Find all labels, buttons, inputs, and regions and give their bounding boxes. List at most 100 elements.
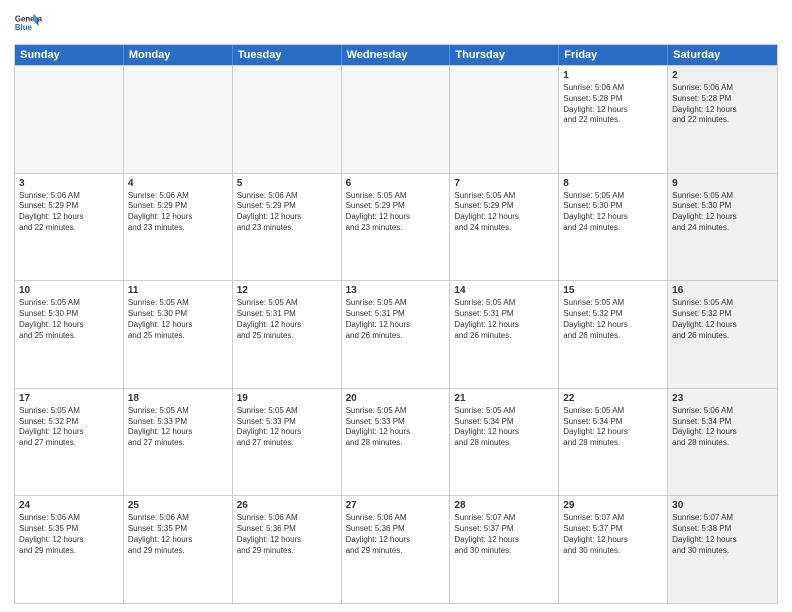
cal-cell-23: 23Sunrise: 5:06 AMSunset: 5:34 PMDayligh… — [668, 389, 777, 496]
calendar: SundayMondayTuesdayWednesdayThursdayFrid… — [14, 44, 778, 604]
day-info: Sunrise: 5:05 AMSunset: 5:33 PMDaylight:… — [128, 406, 228, 449]
weekday-header-tuesday: Tuesday — [233, 45, 342, 65]
day-info: Sunrise: 5:05 AMSunset: 5:31 PMDaylight:… — [237, 298, 337, 341]
cal-cell-24: 24Sunrise: 5:06 AMSunset: 5:35 PMDayligh… — [15, 496, 124, 603]
day-number: 11 — [128, 284, 228, 297]
day-number: 19 — [237, 392, 337, 405]
day-number: 14 — [454, 284, 554, 297]
cal-cell-21: 21Sunrise: 5:05 AMSunset: 5:34 PMDayligh… — [450, 389, 559, 496]
calendar-body: 1Sunrise: 5:06 AMSunset: 5:28 PMDaylight… — [15, 65, 777, 603]
day-info: Sunrise: 5:05 AMSunset: 5:29 PMDaylight:… — [454, 191, 554, 234]
week-row-2: 3Sunrise: 5:06 AMSunset: 5:29 PMDaylight… — [15, 173, 777, 281]
day-number: 12 — [237, 284, 337, 297]
day-number: 4 — [128, 177, 228, 190]
day-info: Sunrise: 5:05 AMSunset: 5:30 PMDaylight:… — [563, 191, 663, 234]
day-info: Sunrise: 5:05 AMSunset: 5:31 PMDaylight:… — [454, 298, 554, 341]
calendar-header: SundayMondayTuesdayWednesdayThursdayFrid… — [15, 45, 777, 65]
cal-cell-15: 15Sunrise: 5:05 AMSunset: 5:32 PMDayligh… — [559, 281, 668, 388]
day-number: 13 — [346, 284, 446, 297]
cal-cell-empty-0-2 — [233, 66, 342, 173]
cal-cell-4: 4Sunrise: 5:06 AMSunset: 5:29 PMDaylight… — [124, 174, 233, 281]
cal-cell-empty-0-3 — [342, 66, 451, 173]
weekday-header-wednesday: Wednesday — [342, 45, 451, 65]
cal-cell-empty-0-0 — [15, 66, 124, 173]
day-number: 1 — [563, 69, 663, 82]
cal-cell-5: 5Sunrise: 5:06 AMSunset: 5:29 PMDaylight… — [233, 174, 342, 281]
cal-cell-19: 19Sunrise: 5:05 AMSunset: 5:33 PMDayligh… — [233, 389, 342, 496]
cal-cell-6: 6Sunrise: 5:05 AMSunset: 5:29 PMDaylight… — [342, 174, 451, 281]
day-info: Sunrise: 5:06 AMSunset: 5:28 PMDaylight:… — [672, 83, 773, 126]
day-number: 21 — [454, 392, 554, 405]
day-info: Sunrise: 5:07 AMSunset: 5:38 PMDaylight:… — [672, 513, 773, 556]
cal-cell-13: 13Sunrise: 5:05 AMSunset: 5:31 PMDayligh… — [342, 281, 451, 388]
cal-cell-28: 28Sunrise: 5:07 AMSunset: 5:37 PMDayligh… — [450, 496, 559, 603]
day-info: Sunrise: 5:05 AMSunset: 5:29 PMDaylight:… — [346, 191, 446, 234]
weekday-header-monday: Monday — [124, 45, 233, 65]
cal-cell-18: 18Sunrise: 5:05 AMSunset: 5:33 PMDayligh… — [124, 389, 233, 496]
day-info: Sunrise: 5:05 AMSunset: 5:33 PMDaylight:… — [346, 406, 446, 449]
cal-cell-9: 9Sunrise: 5:05 AMSunset: 5:30 PMDaylight… — [668, 174, 777, 281]
week-row-4: 17Sunrise: 5:05 AMSunset: 5:32 PMDayligh… — [15, 388, 777, 496]
week-row-5: 24Sunrise: 5:06 AMSunset: 5:35 PMDayligh… — [15, 495, 777, 603]
day-number: 28 — [454, 499, 554, 512]
day-number: 8 — [563, 177, 663, 190]
day-info: Sunrise: 5:07 AMSunset: 5:37 PMDaylight:… — [454, 513, 554, 556]
day-number: 22 — [563, 392, 663, 405]
day-number: 16 — [672, 284, 773, 297]
day-info: Sunrise: 5:05 AMSunset: 5:34 PMDaylight:… — [454, 406, 554, 449]
cal-cell-empty-0-4 — [450, 66, 559, 173]
day-number: 23 — [672, 392, 773, 405]
logo: General Blue — [14, 10, 46, 38]
cal-cell-27: 27Sunrise: 5:06 AMSunset: 5:36 PMDayligh… — [342, 496, 451, 603]
day-number: 29 — [563, 499, 663, 512]
week-row-1: 1Sunrise: 5:06 AMSunset: 5:28 PMDaylight… — [15, 65, 777, 173]
cal-cell-16: 16Sunrise: 5:05 AMSunset: 5:32 PMDayligh… — [668, 281, 777, 388]
day-info: Sunrise: 5:05 AMSunset: 5:30 PMDaylight:… — [19, 298, 119, 341]
day-info: Sunrise: 5:05 AMSunset: 5:32 PMDaylight:… — [19, 406, 119, 449]
cal-cell-29: 29Sunrise: 5:07 AMSunset: 5:37 PMDayligh… — [559, 496, 668, 603]
day-number: 24 — [19, 499, 119, 512]
day-info: Sunrise: 5:06 AMSunset: 5:29 PMDaylight:… — [128, 191, 228, 234]
day-number: 30 — [672, 499, 773, 512]
day-number: 20 — [346, 392, 446, 405]
cal-cell-12: 12Sunrise: 5:05 AMSunset: 5:31 PMDayligh… — [233, 281, 342, 388]
day-number: 18 — [128, 392, 228, 405]
day-info: Sunrise: 5:06 AMSunset: 5:36 PMDaylight:… — [346, 513, 446, 556]
cal-cell-8: 8Sunrise: 5:05 AMSunset: 5:30 PMDaylight… — [559, 174, 668, 281]
cal-cell-22: 22Sunrise: 5:05 AMSunset: 5:34 PMDayligh… — [559, 389, 668, 496]
day-number: 9 — [672, 177, 773, 190]
day-number: 10 — [19, 284, 119, 297]
logo-icon: General Blue — [14, 10, 42, 38]
day-info: Sunrise: 5:06 AMSunset: 5:35 PMDaylight:… — [128, 513, 228, 556]
day-info: Sunrise: 5:06 AMSunset: 5:35 PMDaylight:… — [19, 513, 119, 556]
day-number: 2 — [672, 69, 773, 82]
svg-text:Blue: Blue — [15, 23, 33, 32]
day-info: Sunrise: 5:05 AMSunset: 5:34 PMDaylight:… — [563, 406, 663, 449]
day-info: Sunrise: 5:06 AMSunset: 5:28 PMDaylight:… — [563, 83, 663, 126]
cal-cell-14: 14Sunrise: 5:05 AMSunset: 5:31 PMDayligh… — [450, 281, 559, 388]
day-number: 5 — [237, 177, 337, 190]
cal-cell-7: 7Sunrise: 5:05 AMSunset: 5:29 PMDaylight… — [450, 174, 559, 281]
cal-cell-empty-0-1 — [124, 66, 233, 173]
day-info: Sunrise: 5:05 AMSunset: 5:32 PMDaylight:… — [563, 298, 663, 341]
day-info: Sunrise: 5:05 AMSunset: 5:33 PMDaylight:… — [237, 406, 337, 449]
day-info: Sunrise: 5:06 AMSunset: 5:29 PMDaylight:… — [19, 191, 119, 234]
header: General Blue — [14, 10, 778, 38]
cal-cell-25: 25Sunrise: 5:06 AMSunset: 5:35 PMDayligh… — [124, 496, 233, 603]
weekday-header-thursday: Thursday — [450, 45, 559, 65]
weekday-header-sunday: Sunday — [15, 45, 124, 65]
day-info: Sunrise: 5:05 AMSunset: 5:30 PMDaylight:… — [128, 298, 228, 341]
cal-cell-30: 30Sunrise: 5:07 AMSunset: 5:38 PMDayligh… — [668, 496, 777, 603]
weekday-header-friday: Friday — [559, 45, 668, 65]
week-row-3: 10Sunrise: 5:05 AMSunset: 5:30 PMDayligh… — [15, 280, 777, 388]
cal-cell-20: 20Sunrise: 5:05 AMSunset: 5:33 PMDayligh… — [342, 389, 451, 496]
day-info: Sunrise: 5:07 AMSunset: 5:37 PMDaylight:… — [563, 513, 663, 556]
cal-cell-11: 11Sunrise: 5:05 AMSunset: 5:30 PMDayligh… — [124, 281, 233, 388]
day-info: Sunrise: 5:05 AMSunset: 5:32 PMDaylight:… — [672, 298, 773, 341]
cal-cell-1: 1Sunrise: 5:06 AMSunset: 5:28 PMDaylight… — [559, 66, 668, 173]
cal-cell-17: 17Sunrise: 5:05 AMSunset: 5:32 PMDayligh… — [15, 389, 124, 496]
day-info: Sunrise: 5:06 AMSunset: 5:34 PMDaylight:… — [672, 406, 773, 449]
day-number: 6 — [346, 177, 446, 190]
day-number: 26 — [237, 499, 337, 512]
cal-cell-10: 10Sunrise: 5:05 AMSunset: 5:30 PMDayligh… — [15, 281, 124, 388]
